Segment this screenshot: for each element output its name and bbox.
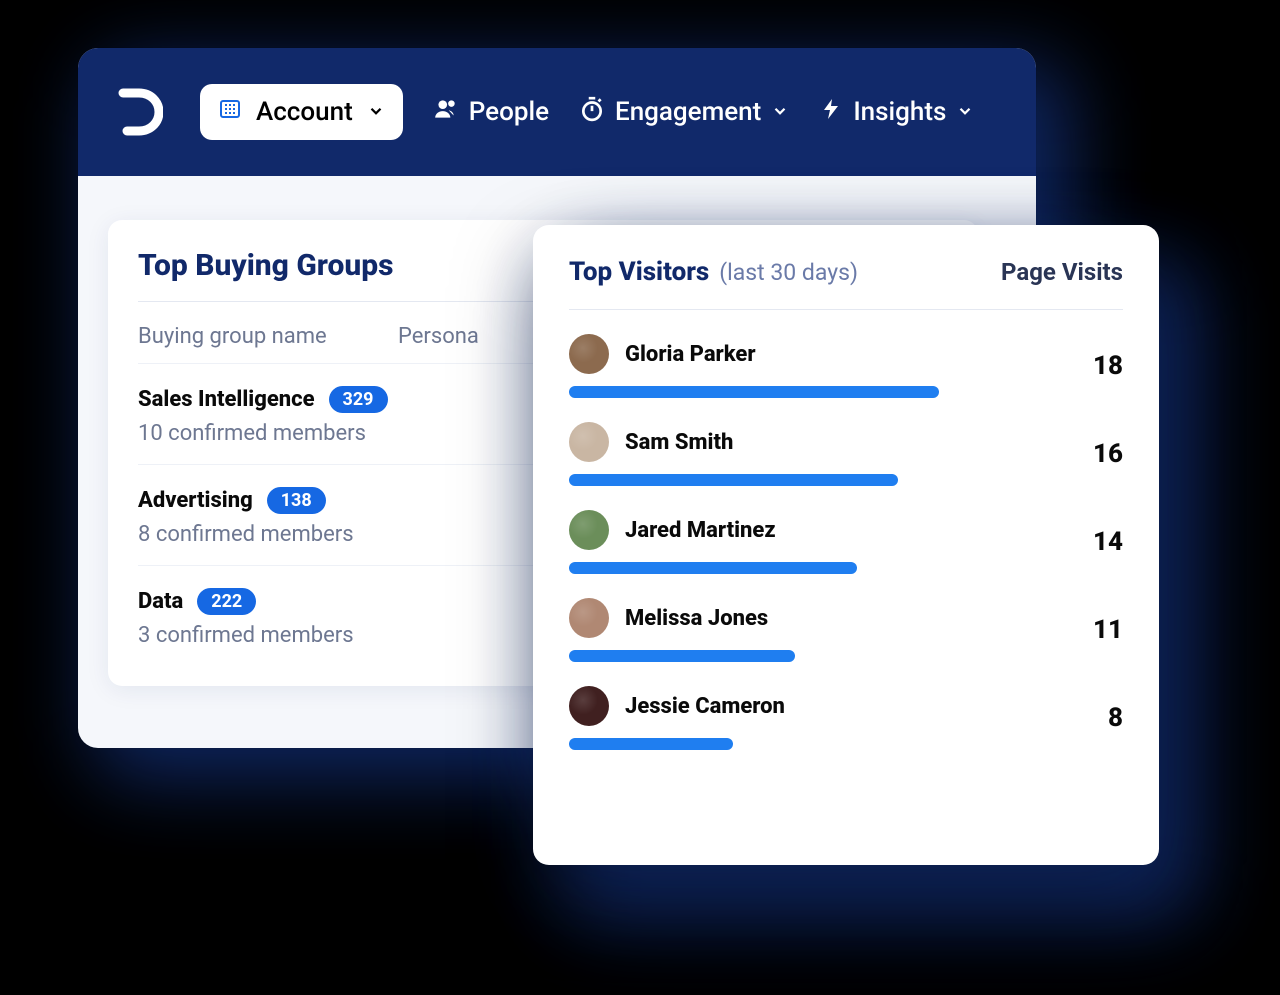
visitor-name: Sam Smith <box>625 430 733 455</box>
nav-insights[interactable]: Insights <box>819 97 974 128</box>
bolt-icon <box>819 97 843 128</box>
chevron-down-icon <box>367 97 385 127</box>
group-name: Data <box>138 589 183 614</box>
visit-count: 18 <box>1063 351 1123 381</box>
visit-count: 11 <box>1063 615 1123 645</box>
nav-people[interactable]: People <box>433 96 549 129</box>
visit-count: 8 <box>1063 703 1123 733</box>
col-persona: Persona <box>398 324 479 349</box>
avatar <box>569 510 609 550</box>
visitor-name: Jessie Cameron <box>625 694 785 719</box>
visitors-header: Top Visitors (last 30 days) Page Visits <box>569 257 1123 310</box>
account-label: Account <box>256 97 353 127</box>
avatar <box>569 422 609 462</box>
visitor-name: Gloria Parker <box>625 342 756 367</box>
visitor-row[interactable]: Gloria Parker 18 <box>569 310 1123 398</box>
avatar <box>569 334 609 374</box>
group-name: Sales Intelligence <box>138 387 315 412</box>
visits-bar <box>569 386 949 398</box>
chevron-down-icon <box>771 97 789 127</box>
visit-count: 16 <box>1063 439 1123 469</box>
visitor-row[interactable]: Jared Martinez 14 <box>569 486 1123 574</box>
people-icon <box>433 96 459 129</box>
visitor-rows: Gloria Parker 18 Sam Smith 16 Jared Martinez… <box>569 310 1123 750</box>
visits-bar <box>569 474 949 486</box>
visits-bar <box>569 562 949 574</box>
visits-bar <box>569 650 949 662</box>
visitors-title: Top Visitors <box>569 257 709 287</box>
visitor-name: Melissa Jones <box>625 606 768 631</box>
visitor-name: Jared Martinez <box>625 518 776 543</box>
visits-bar <box>569 738 949 750</box>
group-count-badge: 329 <box>329 386 388 413</box>
avatar <box>569 598 609 638</box>
card-top-visitors: Top Visitors (last 30 days) Page Visits … <box>533 225 1159 865</box>
group-count-badge: 222 <box>197 588 256 615</box>
col-buying-group-name: Buying group name <box>138 324 398 349</box>
top-nav: Account People Engagement <box>78 48 1036 176</box>
brand-logo <box>106 80 170 144</box>
chevron-down-icon <box>956 97 974 127</box>
nav-engagement[interactable]: Engagement <box>579 96 789 129</box>
nav-insights-label: Insights <box>853 97 946 127</box>
visitor-row[interactable]: Jessie Cameron 8 <box>569 662 1123 750</box>
visit-count: 14 <box>1063 527 1123 557</box>
visitor-row[interactable]: Sam Smith 16 <box>569 398 1123 486</box>
col-page-visits: Page Visits <box>1001 258 1123 286</box>
account-dropdown[interactable]: Account <box>200 84 403 140</box>
nav-people-label: People <box>469 97 549 127</box>
group-name: Advertising <box>138 488 253 513</box>
group-count-badge: 138 <box>267 487 326 514</box>
avatar <box>569 686 609 726</box>
visitor-row[interactable]: Melissa Jones 11 <box>569 574 1123 662</box>
nav-engagement-label: Engagement <box>615 97 761 127</box>
visitors-subtitle: (last 30 days) <box>719 259 858 286</box>
stopwatch-icon <box>579 96 605 129</box>
building-icon <box>218 97 242 128</box>
